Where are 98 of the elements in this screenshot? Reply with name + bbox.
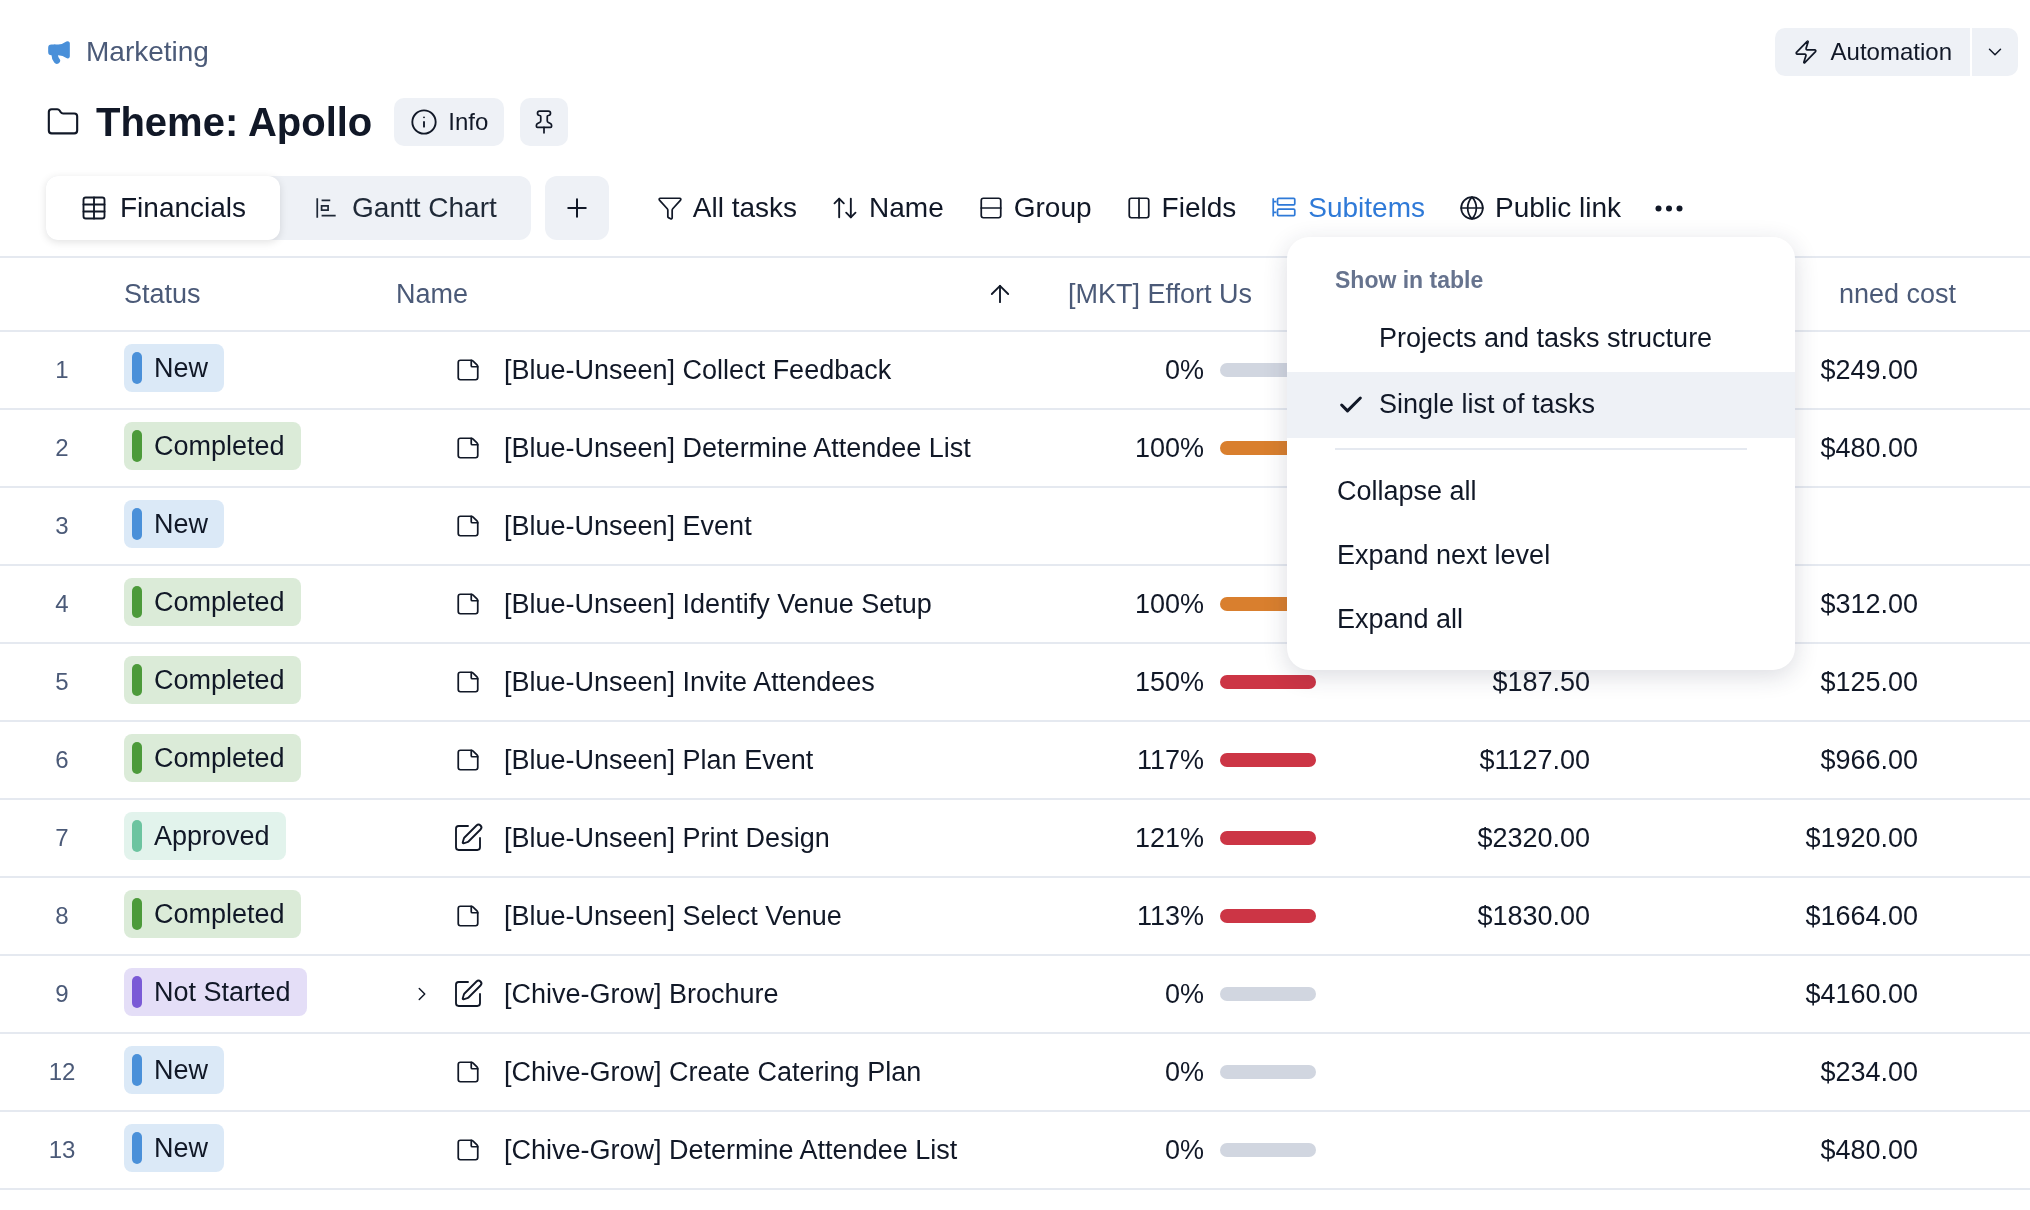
cost-value: $187.50: [1492, 666, 1590, 697]
menu-option[interactable]: Single list of tasks: [1287, 371, 1795, 438]
task-name[interactable]: [Blue-Unseen] Collect Feedback: [504, 349, 1094, 391]
effort-value: 0%: [1164, 1056, 1204, 1087]
breadcrumb-link[interactable]: Marketing: [86, 31, 209, 73]
menu-heading: Show in table: [1334, 266, 1485, 295]
view-tab[interactable]: Gantt Chart: [280, 176, 531, 240]
row-number: 1: [54, 355, 70, 385]
note-icon: [455, 1137, 481, 1163]
cost-value: $1920.00: [1805, 822, 1918, 853]
cost-value: $1127.00: [1479, 744, 1590, 775]
row-number: 4: [54, 589, 70, 619]
column-header[interactable]: Name: [396, 273, 986, 315]
effort-value: 121%: [1134, 822, 1204, 853]
cost-value: $966.00: [1820, 744, 1918, 775]
status-badge[interactable]: Approved: [124, 812, 286, 861]
cost-value: $4160.00: [1805, 978, 1918, 1009]
pin-button[interactable]: [520, 98, 569, 146]
cost-value: $1664.00: [1805, 900, 1918, 931]
effort-value: 100%: [1134, 432, 1204, 463]
menu-item[interactable]: Expand all: [1287, 587, 1795, 652]
row-number: 13: [47, 1135, 77, 1165]
cost-value: $312.00: [1820, 588, 1918, 619]
status-badge[interactable]: New: [124, 500, 224, 549]
note-icon: [455, 435, 481, 461]
edit-icon: [452, 978, 484, 1010]
megaphone-icon: [46, 39, 72, 65]
toolbar-button[interactable]: All tasks: [656, 187, 798, 229]
cost-value: $1830.00: [1477, 900, 1590, 931]
effort-value: 0%: [1164, 354, 1204, 385]
cost-value: $125.00: [1820, 666, 1918, 697]
row-number: 7: [54, 823, 70, 853]
effort-value: 117%: [1136, 744, 1204, 775]
note-icon: [455, 513, 481, 539]
menu-item[interactable]: Collapse all: [1287, 459, 1795, 524]
status-badge[interactable]: New: [124, 1124, 224, 1173]
cost-value: $249.00: [1820, 354, 1918, 385]
edit-icon: [452, 822, 484, 854]
effort-value: 150%: [1134, 666, 1204, 697]
status-badge[interactable]: New: [124, 344, 224, 393]
task-name[interactable]: [Blue-Unseen] Print Design: [504, 817, 1094, 859]
status-badge[interactable]: Completed: [124, 890, 301, 939]
toolbar-button[interactable]: Fields: [1125, 187, 1237, 229]
toolbar-button[interactable]: Public link: [1459, 187, 1622, 229]
cost-value: $480.00: [1820, 432, 1918, 463]
view-tab[interactable]: Financials: [46, 176, 281, 240]
menu-item[interactable]: Expand next level: [1287, 523, 1795, 588]
row-number: 5: [54, 667, 70, 697]
columns-icon: [1125, 195, 1152, 221]
status-badge[interactable]: Completed: [124, 734, 301, 783]
effort-value: 100%: [1134, 588, 1204, 619]
lightning-icon: [1792, 39, 1819, 65]
row-number: 6: [54, 745, 70, 775]
info-icon: [410, 108, 439, 136]
row-number: 8: [54, 901, 70, 931]
rows-icon: [977, 195, 1004, 221]
note-icon: [455, 591, 481, 617]
toolbar-button[interactable]: Group: [977, 187, 1092, 229]
task-name[interactable]: [Blue-Unseen] Select Venue: [504, 895, 1094, 937]
cost-value: $234.00: [1820, 1056, 1918, 1087]
row-number: 3: [54, 511, 70, 541]
status-badge[interactable]: Completed: [124, 656, 301, 705]
menu-option[interactable]: Projects and tasks structure: [1287, 305, 1795, 372]
note-icon: [455, 747, 481, 773]
more-icon: [1655, 204, 1684, 212]
note-icon: [455, 357, 481, 383]
note-icon: [455, 1059, 481, 1085]
row-number: 9: [54, 979, 70, 1009]
task-name[interactable]: [Blue-Unseen] Invite Attendees: [504, 661, 1094, 703]
task-name[interactable]: [Blue-Unseen] Event: [504, 505, 1094, 547]
column-header[interactable]: Status: [124, 273, 396, 315]
globe-icon: [1459, 195, 1485, 221]
toolbar-button[interactable]: Name: [831, 187, 944, 229]
task-name[interactable]: [Blue-Unseen] Plan Event: [504, 739, 1094, 781]
filter-icon: [656, 195, 683, 221]
table-icon: [80, 194, 108, 222]
effort-value: 113%: [1136, 900, 1204, 931]
task-name[interactable]: [Chive-Grow] Create Catering Plan: [504, 1051, 1094, 1093]
task-name[interactable]: [Chive-Grow] Brochure: [504, 973, 1094, 1015]
info-button[interactable]: Info: [394, 98, 505, 146]
page-title: Theme: Apollo: [96, 102, 373, 142]
status-badge[interactable]: New: [124, 1046, 224, 1095]
row-number: 2: [54, 433, 70, 463]
cost-value: $2320.00: [1477, 822, 1590, 853]
status-badge[interactable]: Not Started: [124, 968, 307, 1017]
effort-value: 0%: [1164, 1134, 1204, 1165]
status-badge[interactable]: Completed: [124, 578, 301, 627]
toolbar-button[interactable]: Subitems: [1270, 187, 1425, 229]
row-number: 12: [47, 1057, 77, 1087]
task-name[interactable]: [Chive-Grow] Determine Attendee List: [504, 1129, 1094, 1171]
cost-value: $480.00: [1820, 1134, 1918, 1165]
effort-value: 0%: [1164, 978, 1204, 1009]
more-button[interactable]: [1655, 204, 1684, 212]
status-badge[interactable]: Completed: [124, 422, 301, 471]
task-name[interactable]: [Blue-Unseen] Determine Attendee List: [504, 427, 1094, 469]
note-icon: [455, 669, 481, 695]
note-icon: [455, 903, 481, 929]
task-name[interactable]: [Blue-Unseen] Identify Venue Setup: [504, 583, 1094, 625]
